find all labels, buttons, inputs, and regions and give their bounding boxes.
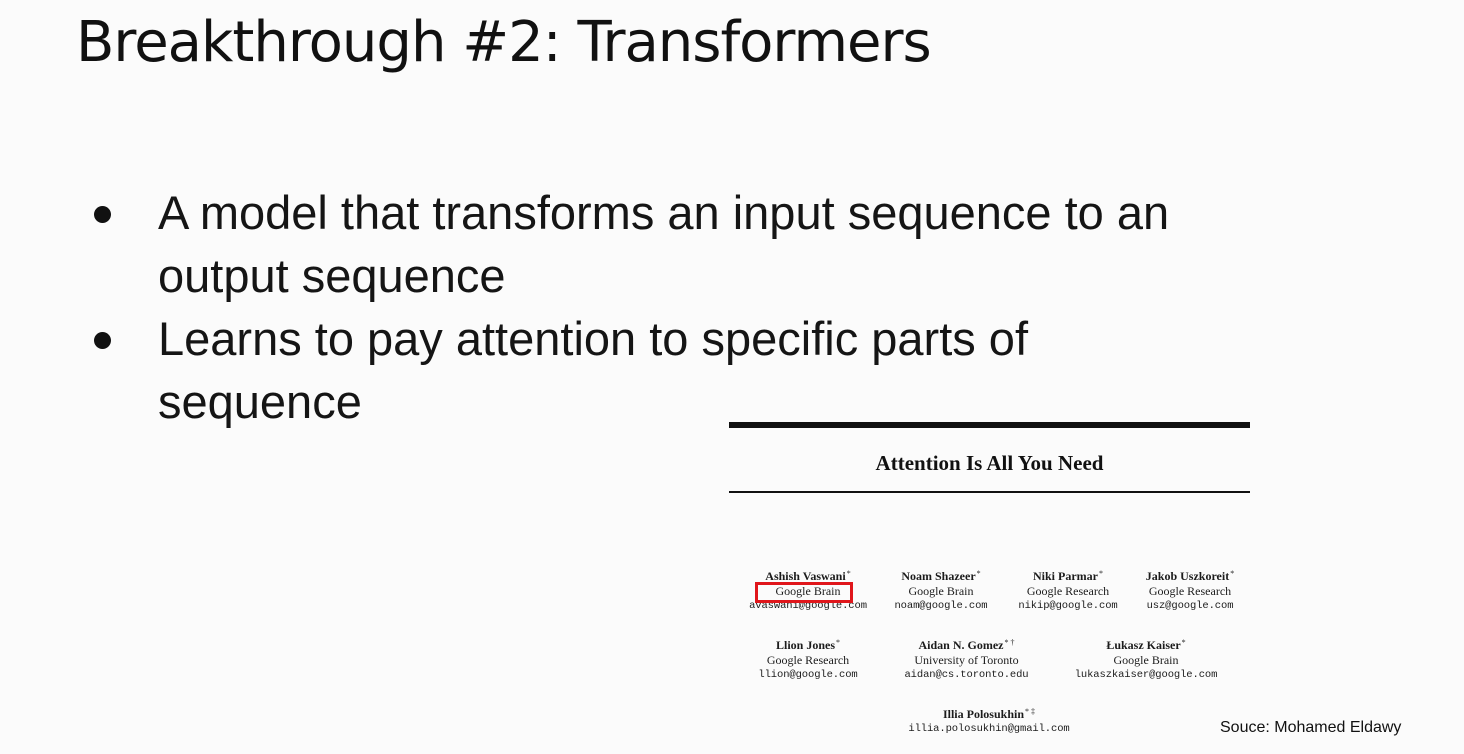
bullet-text-line-1: A model that transforms an input sequenc… <box>158 186 1170 239</box>
author-affiliation: Google Research <box>1148 584 1232 598</box>
author-name: Noam Shazeer* <box>901 569 981 583</box>
author-footnote-mark: * <box>1181 638 1186 647</box>
author-affiliation: Google Brain <box>1113 653 1179 667</box>
bullet-text-line-2: sequence <box>158 375 362 428</box>
author-affiliation: University of Toronto <box>914 653 1019 667</box>
source-credit: Souce: Mohamed Eldawy <box>1220 719 1402 736</box>
bullet-list: A model that transforms an input sequenc… <box>86 181 1266 433</box>
author-email: lukaszkaiser@google.com <box>1074 669 1218 681</box>
author-email: nikip@google.com <box>1018 600 1118 612</box>
author-footnote-mark: * <box>836 638 840 647</box>
author-email: usz@google.com <box>1146 600 1234 612</box>
author-affiliation: Google Research <box>766 653 850 667</box>
author-name: Illia Polosukhin* ‡ <box>942 707 1036 721</box>
author-email: llion@google.com <box>758 669 858 681</box>
paper-title: Attention Is All You Need <box>875 451 1104 475</box>
author-affiliation: Google Research <box>1026 584 1110 598</box>
bullet-item-attention: Learns to pay attention to specific part… <box>86 307 1266 433</box>
author-lukasz-kaiser: Łukasz Kaiser* Google Brain lukaszkaiser… <box>1064 638 1228 683</box>
paper-top-rule <box>729 422 1250 428</box>
author-name: Jakob Uszkoreit* <box>1145 569 1235 583</box>
author-footnote-mark: * <box>1230 569 1235 578</box>
author-name: Aidan N. Gomez* † <box>918 638 1015 652</box>
bullet-text-line-1: Learns to pay attention to specific part… <box>158 312 1029 365</box>
author-footnote-mark: * † <box>1004 638 1015 647</box>
author-email: illia.polosukhin@gmail.com <box>908 723 1070 735</box>
author-jakob-uszkoreit: Jakob Uszkoreit* Google Research usz@goo… <box>1130 569 1250 614</box>
bullet-dot-icon <box>94 332 111 349</box>
author-niki-parmar: Niki Parmar* Google Research nikip@googl… <box>1007 569 1129 614</box>
author-footnote-mark: * <box>1099 569 1103 578</box>
paper-excerpt: Attention Is All You Need Ashish Vaswani… <box>729 422 1250 744</box>
bullet-item-model-definition: A model that transforms an input sequenc… <box>86 181 1266 307</box>
google-brain-highlight-box <box>755 582 853 603</box>
author-name: Llion Jones* <box>775 638 840 652</box>
paper-bottom-rule <box>729 491 1250 493</box>
author-noam-shazeer: Noam Shazeer* Google Brain noam@google.c… <box>880 569 1002 614</box>
author-email: aidan@cs.toronto.edu <box>904 669 1029 681</box>
author-illia-polosukhin: Illia Polosukhin* ‡ illia.polosukhin@gma… <box>889 707 1089 737</box>
author-footnote-mark: * <box>846 569 851 578</box>
bullet-text-line-2: output sequence <box>158 249 506 302</box>
author-aidan-n-gomez: Aidan N. Gomez* † University of Toronto … <box>894 638 1039 683</box>
author-email: noam@google.com <box>894 600 988 612</box>
slide-title: Breakthrough #2: Transformers <box>76 10 932 75</box>
author-affiliation: Google Brain <box>908 584 974 598</box>
author-name: Łukasz Kaiser* <box>1106 638 1186 652</box>
author-footnote-mark: * <box>976 569 981 578</box>
presentation-slide: Breakthrough #2: Transformers A model th… <box>0 0 1464 754</box>
bullet-dot-icon <box>94 206 111 223</box>
author-name: Niki Parmar* <box>1033 569 1103 583</box>
author-llion-jones: Llion Jones* Google Research llion@googl… <box>746 638 870 683</box>
author-footnote-mark: * ‡ <box>1025 707 1036 716</box>
